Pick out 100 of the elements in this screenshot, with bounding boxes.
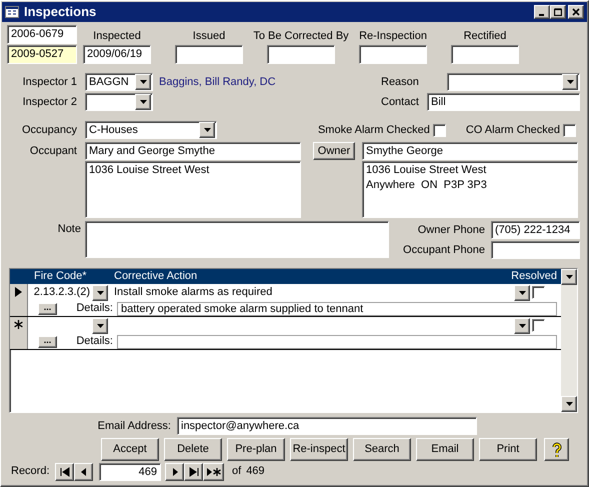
window-title: Inspections <box>24 3 98 22</box>
action-button[interactable]: Accept <box>101 438 159 461</box>
dropdown-field[interactable]: C-Houses <box>85 121 217 139</box>
field-label: Owner Phone <box>416 222 485 238</box>
text-field[interactable] <box>491 241 580 259</box>
record-selector[interactable] <box>10 284 28 316</box>
dropdown-field[interactable]: BAGGN <box>85 73 153 91</box>
corrective-action: Install smoke alarms as required <box>114 285 274 300</box>
field-label: Occupant <box>28 144 77 159</box>
maximize-icon <box>554 8 562 16</box>
dropdown-arrow-button[interactable] <box>135 94 151 110</box>
file-number-field[interactable]: 2006-0679 <box>7 25 77 44</box>
inspector-name: Baggins, Bill Randy, DC <box>159 74 276 90</box>
details-field[interactable]: battery operated smoke alarm supplied to tennant <box>117 302 557 316</box>
form-icon <box>5 6 19 18</box>
note-field[interactable] <box>85 221 389 258</box>
asterisk-icon <box>14 320 23 329</box>
details-label: Details: <box>75 334 113 350</box>
checkbox[interactable] <box>432 124 446 136</box>
caret-down-icon <box>204 128 210 132</box>
column-header: Resolved <box>511 269 557 284</box>
details-label: Details: <box>75 301 113 316</box>
field-label: CO Alarm Checked <box>466 122 560 138</box>
record-nav-button[interactable] <box>74 462 93 480</box>
dropdown-arrow-button[interactable] <box>514 284 530 300</box>
caret-down-icon <box>518 290 526 294</box>
action-button[interactable]: Search <box>353 438 411 461</box>
close-icon <box>572 8 580 16</box>
minimize-button[interactable] <box>534 5 550 19</box>
caret-down-icon <box>566 80 574 84</box>
address-field[interactable]: 1036 Louise Street West Anywhere ON P3P 3P3 <box>362 161 578 218</box>
help-button[interactable] <box>544 438 569 461</box>
more-button[interactable]: ... <box>38 336 57 348</box>
column-label: Re-Inspection <box>359 28 427 44</box>
scrollbar[interactable] <box>561 269 577 412</box>
date-field[interactable] <box>451 45 519 64</box>
record-selector[interactable] <box>10 317 28 349</box>
record-total: 469 <box>246 464 265 480</box>
file-number-field[interactable]: 2009-0527 <box>7 45 77 64</box>
caret-down-icon <box>566 275 572 279</box>
field-label: Email Address: <box>96 418 171 434</box>
dropdown-field[interactable] <box>447 73 580 91</box>
action-button[interactable]: Print <box>479 438 537 461</box>
close-button[interactable] <box>568 5 584 19</box>
action-button[interactable]: Delete <box>164 438 222 461</box>
owner-button[interactable]: Owner <box>313 142 355 160</box>
checkbox[interactable] <box>532 319 545 332</box>
caret-down-icon <box>96 290 104 294</box>
action-button[interactable]: Re-inspect <box>290 438 348 461</box>
text-field[interactable]: (705) 222-1234 <box>491 221 580 239</box>
checkbox[interactable] <box>532 286 545 299</box>
dropdown-arrow-button[interactable] <box>135 74 151 90</box>
field-label: Occupancy <box>20 122 77 138</box>
caret-down-icon <box>140 100 146 104</box>
address-field[interactable]: 1036 Louise Street West <box>85 161 301 218</box>
caret-down-icon <box>140 80 146 84</box>
record-nav-button[interactable] <box>55 462 74 480</box>
column-header: Corrective Action <box>114 269 198 284</box>
dropdown-field[interactable] <box>85 93 153 111</box>
text-field[interactable]: Smythe George <box>362 142 578 160</box>
first-record-icon <box>60 466 70 476</box>
last-record-icon <box>188 466 198 476</box>
previous-record-icon <box>78 466 88 476</box>
date-field[interactable]: 2009/06/19 <box>83 45 151 64</box>
field-label: Inspector 2 <box>22 94 77 110</box>
email-field[interactable]: inspector@anywhere.ca <box>177 417 477 435</box>
column-header: Fire Code* <box>34 269 88 284</box>
new-record-icon <box>206 466 220 476</box>
action-button[interactable]: Pre-plan <box>227 438 285 461</box>
action-button[interactable]: Email <box>416 438 474 461</box>
record-number-field[interactable]: 469 <box>99 462 161 480</box>
checkbox[interactable] <box>563 124 576 136</box>
dropdown-arrow-button[interactable] <box>514 318 530 334</box>
dropdown-arrow-button[interactable] <box>199 122 215 138</box>
date-field[interactable] <box>359 45 427 64</box>
field-label: Note <box>56 222 81 237</box>
column-label: To Be Corrected By <box>253 28 349 44</box>
dropdown-arrow-button[interactable] <box>92 318 108 334</box>
help-icon <box>552 442 562 458</box>
column-label: Rectified <box>464 28 506 44</box>
date-field[interactable] <box>267 45 335 64</box>
caret-down-icon <box>96 324 104 328</box>
maximize-button[interactable] <box>550 5 566 19</box>
scroll-down-button[interactable] <box>561 396 577 412</box>
date-field[interactable] <box>175 45 243 64</box>
caret-down-icon <box>518 324 526 328</box>
record-nav-button[interactable] <box>165 462 184 480</box>
column-label: Issued <box>192 28 226 44</box>
scroll-up-button[interactable] <box>561 269 577 285</box>
record-nav-button[interactable] <box>184 462 203 480</box>
text-field[interactable]: Bill <box>427 93 580 111</box>
details-field[interactable] <box>117 334 557 348</box>
fire-code: 2.13.2.3.(2) <box>34 285 90 300</box>
dropdown-arrow-button[interactable] <box>562 74 578 90</box>
text-field[interactable]: Mary and George Smythe <box>85 142 301 160</box>
dropdown-arrow-button[interactable] <box>92 284 108 300</box>
field-label: Inspector 1 <box>22 74 77 90</box>
more-button[interactable]: ... <box>38 302 57 314</box>
current-record-icon <box>15 287 22 297</box>
record-nav-button[interactable] <box>203 462 224 480</box>
